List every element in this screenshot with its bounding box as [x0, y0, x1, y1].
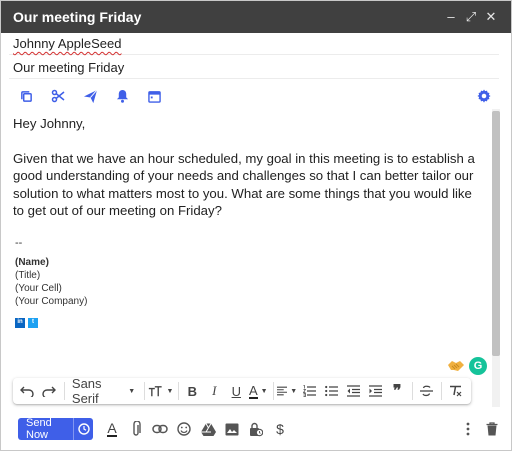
send-later-icon[interactable]: [81, 87, 99, 105]
undo-icon[interactable]: [17, 380, 37, 402]
close-icon[interactable]: ✕: [481, 1, 501, 33]
signature-cell: (Your Cell): [15, 282, 62, 294]
link-icon[interactable]: [149, 418, 171, 440]
body-paragraph: Given that we have an hour scheduled, my…: [13, 150, 475, 219]
trash-icon[interactable]: [481, 418, 503, 440]
bottom-bar: Send Now A $: [1, 411, 511, 447]
more-options-icon[interactable]: [457, 418, 479, 440]
divider: [441, 382, 442, 400]
grammarly-icon[interactable]: G: [469, 357, 487, 375]
divider: [412, 382, 414, 400]
divider: [64, 382, 65, 400]
indent-less-icon[interactable]: [343, 380, 363, 402]
formatting-options-icon: A: [107, 420, 117, 437]
signature: -- (Name) (Title) (Your Cell) (Your Comp…: [13, 237, 483, 328]
emoji-icon[interactable]: [173, 418, 195, 440]
underline-icon[interactable]: U: [226, 380, 246, 402]
italic-icon[interactable]: I: [204, 380, 224, 402]
text-color-button[interactable]: A ▼: [248, 380, 268, 402]
bold-icon[interactable]: B: [182, 380, 202, 402]
drive-icon[interactable]: [197, 418, 219, 440]
signature-title: (Title): [15, 269, 41, 281]
chevron-down-icon: ▼: [260, 387, 268, 395]
to-field[interactable]: Johnny AppleSeed: [9, 33, 499, 55]
align-icon[interactable]: ▼: [277, 380, 297, 402]
indent-more-icon[interactable]: [365, 380, 385, 402]
chevron-down-icon: ▼: [166, 387, 174, 395]
text-color-icon: A: [248, 382, 258, 399]
signature-dash: --: [15, 236, 23, 249]
send-now-label: Send Now: [26, 417, 52, 441]
twitter-icon[interactable]: t: [28, 317, 38, 328]
photo-icon[interactable]: [221, 418, 243, 440]
greeting: Hey Johnny,: [13, 116, 86, 131]
window-title: Our meeting Friday: [13, 9, 142, 25]
popout-icon[interactable]: ⤢: [461, 1, 481, 33]
minimize-icon[interactable]: –: [441, 1, 461, 33]
divider: [178, 382, 180, 400]
message-body[interactable]: Hey Johnny, Given that we have an hour s…: [13, 115, 483, 375]
bell-icon[interactable]: [113, 87, 131, 105]
gear-icon[interactable]: [475, 87, 493, 105]
calendar-icon[interactable]: [145, 87, 163, 105]
attach-icon[interactable]: [125, 418, 147, 440]
send-now-button[interactable]: Send Now: [18, 417, 93, 441]
formatting-options-button[interactable]: A: [101, 418, 123, 440]
scissors-icon[interactable]: [49, 87, 67, 105]
scrollbar-thumb[interactable]: [492, 111, 500, 356]
font-name: Sans Serif: [71, 376, 102, 406]
social-links: in t: [13, 317, 483, 328]
schedule-send-icon[interactable]: [73, 418, 93, 440]
top-toolbar: [11, 85, 501, 107]
compose-window: Our meeting Friday – ⤢ ✕ Johnny AppleSee…: [0, 0, 512, 451]
quote-icon[interactable]: ❞: [387, 380, 407, 402]
subject-value[interactable]: Our meeting Friday: [13, 60, 124, 75]
redo-icon[interactable]: [39, 380, 59, 402]
numbered-list-icon[interactable]: [299, 380, 319, 402]
signature-company: (Your Company): [15, 295, 88, 307]
recipient-chip[interactable]: Johnny AppleSeed: [13, 36, 121, 51]
divider: [273, 382, 275, 400]
confidential-mode-icon[interactable]: [245, 418, 267, 440]
dollar-icon[interactable]: $: [269, 418, 291, 440]
formatting-toolbar: Sans Serif ▼ ▼ B I U A ▼ ▼ ❞: [13, 376, 471, 406]
remove-formatting-icon[interactable]: [445, 380, 465, 402]
divider: [144, 382, 146, 400]
subject-field[interactable]: Our meeting Friday: [9, 57, 499, 79]
copy-icon[interactable]: [17, 87, 35, 105]
signature-name: (Name): [15, 256, 49, 268]
title-bar: Our meeting Friday – ⤢ ✕: [1, 1, 511, 33]
linkedin-icon[interactable]: in: [15, 317, 25, 328]
chevron-down-icon: ▼: [128, 387, 136, 395]
handshake-icon[interactable]: [447, 357, 465, 375]
strikethrough-icon[interactable]: [416, 380, 436, 402]
font-select[interactable]: Sans Serif ▼: [68, 376, 139, 406]
chevron-down-icon: ▼: [290, 387, 298, 395]
bulleted-list-icon[interactable]: [321, 380, 341, 402]
text-size-icon[interactable]: ▼: [148, 380, 173, 402]
